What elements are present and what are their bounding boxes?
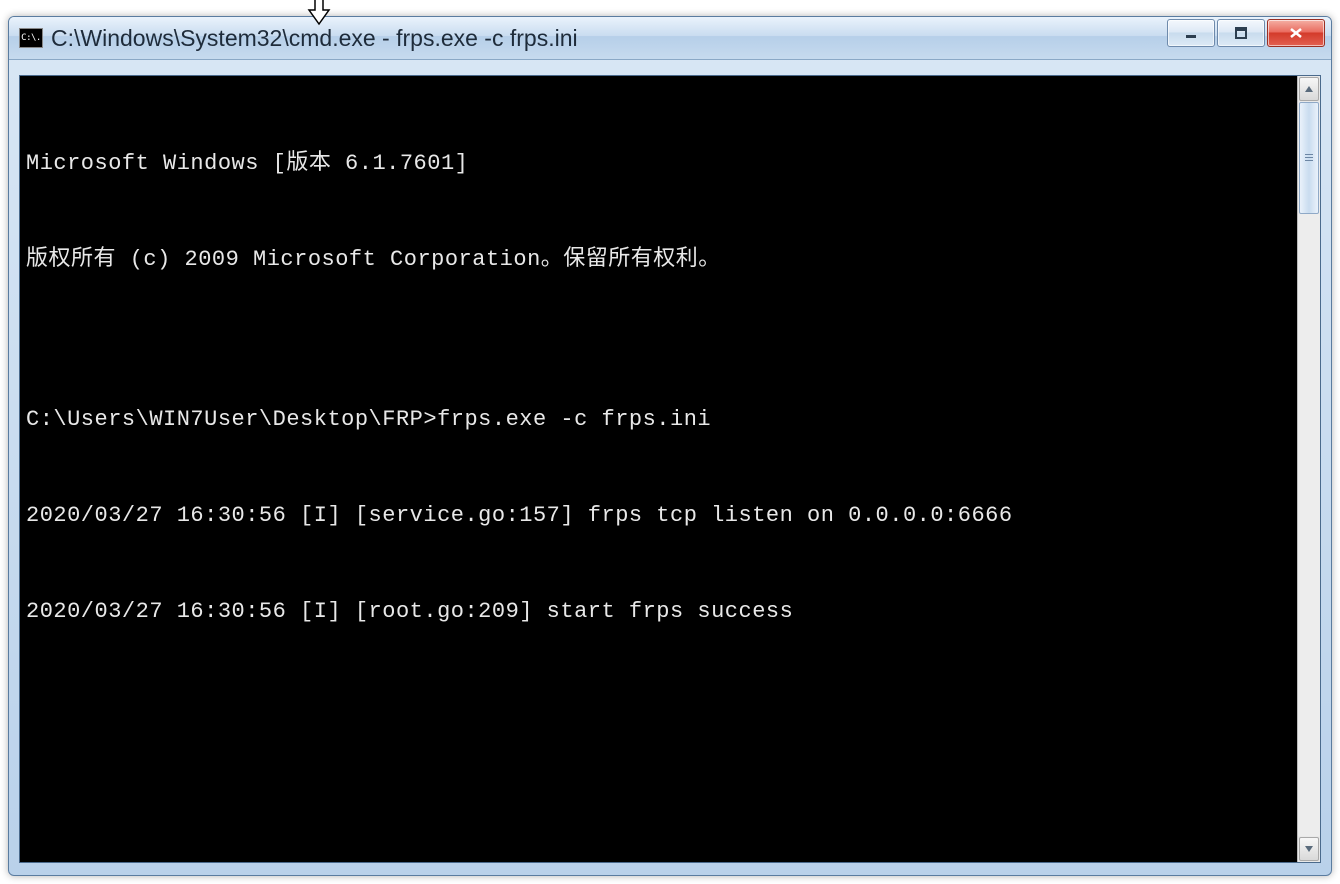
vertical-scrollbar[interactable] [1297, 76, 1320, 862]
minimize-button[interactable] [1167, 19, 1215, 47]
scroll-track[interactable] [1298, 102, 1320, 836]
terminal-line: C:\Users\WIN7User\Desktop\FRP>frps.exe -… [26, 404, 1291, 436]
window-controls [1167, 19, 1325, 47]
minimize-icon [1184, 26, 1198, 40]
scroll-thumb-grip-icon [1305, 154, 1313, 162]
cmd-window: C:\. C:\Windows\System32\cmd.exe - frps.… [8, 16, 1332, 876]
terminal-output[interactable]: Microsoft Windows [版本 6.1.7601] 版权所有 (c)… [20, 76, 1297, 862]
close-icon [1288, 26, 1304, 40]
terminal-line: 2020/03/27 16:30:56 [I] [service.go:157]… [26, 500, 1291, 532]
chevron-up-icon [1304, 84, 1314, 94]
cmd-app-icon-text: C:\. [21, 33, 41, 43]
scroll-down-button[interactable] [1299, 837, 1319, 861]
terminal-line: 2020/03/27 16:30:56 [I] [root.go:209] st… [26, 596, 1291, 628]
close-button[interactable] [1267, 19, 1325, 47]
chevron-down-icon [1304, 844, 1314, 854]
maximize-button[interactable] [1217, 19, 1265, 47]
window-title: C:\Windows\System32\cmd.exe - frps.exe -… [51, 25, 1167, 52]
terminal-line: 版权所有 (c) 2009 Microsoft Corporation。保留所有… [26, 244, 1291, 276]
cursor-arrow-icon [303, 0, 335, 31]
terminal-line: Microsoft Windows [版本 6.1.7601] [26, 148, 1291, 180]
scroll-up-button[interactable] [1299, 77, 1319, 101]
scroll-thumb[interactable] [1299, 102, 1319, 214]
titlebar[interactable]: C:\. C:\Windows\System32\cmd.exe - frps.… [9, 17, 1331, 60]
client-area: Microsoft Windows [版本 6.1.7601] 版权所有 (c)… [19, 75, 1321, 863]
cmd-app-icon: C:\. [19, 28, 43, 48]
maximize-icon [1234, 26, 1248, 40]
